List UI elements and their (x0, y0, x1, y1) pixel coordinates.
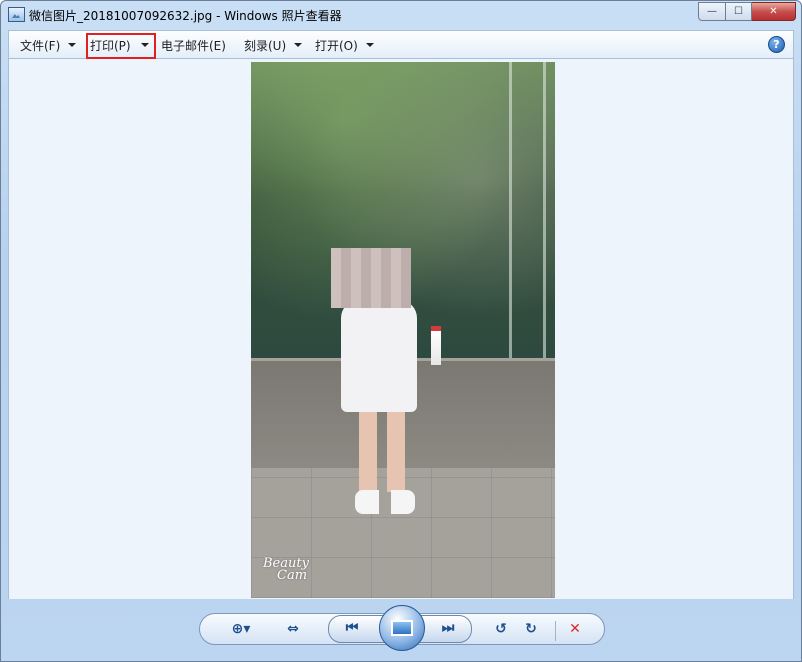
window-caption-buttons: — ☐ ✕ (698, 2, 796, 21)
chevron-down-icon (294, 43, 303, 47)
delete-icon: ✕ (569, 621, 581, 637)
menu-burn[interactable]: 刻录(U) (244, 36, 303, 54)
slideshow-icon (391, 620, 413, 636)
photo-person-shoes (355, 490, 415, 514)
delete-button[interactable]: ✕ (564, 620, 586, 638)
playback-toolbar: ⊕▾ ⇔ ↺ ↻ ✕ ⏮ ⏭ (8, 599, 794, 659)
actual-size-button[interactable]: ⇔ (282, 620, 304, 638)
toolbar-divider (555, 621, 556, 641)
minimize-button[interactable]: — (698, 2, 726, 21)
next-icon: ⏭ (441, 620, 455, 636)
menu-print-label: 打印(P) (90, 38, 131, 53)
watermark-line-2: Cam (277, 568, 308, 583)
photo-person-legs (359, 412, 405, 492)
fit-to-window-icon: ⇔ (287, 621, 299, 637)
image-viewport[interactable]: Beauty Cam (8, 59, 794, 599)
menu-open-label: 打开(O) (315, 38, 358, 53)
close-window-button[interactable]: ✕ (752, 2, 796, 21)
photo-person-shirt (341, 300, 417, 412)
rotate-clockwise-button[interactable]: ↻ (520, 620, 542, 638)
command-bar: 文件(F) 打印(P) 电子邮件(E) 刻录(U) 打开(O) ? (8, 30, 794, 59)
menu-print[interactable]: 打印(P) (90, 36, 149, 54)
previous-icon: ⏮ (345, 620, 359, 636)
chevron-down-icon (68, 43, 77, 47)
zoom-button[interactable]: ⊕▾ (224, 620, 258, 638)
minimize-icon: — (707, 6, 717, 17)
photo-glass-pillar (543, 62, 546, 358)
next-button[interactable]: ⏭ (437, 619, 459, 637)
photo-glass-pillar (509, 62, 512, 358)
menu-open[interactable]: 打开(O) (315, 36, 374, 54)
zoom-icon: ⊕▾ (231, 621, 251, 637)
menu-email[interactable]: 电子邮件(E) (161, 36, 226, 54)
chevron-down-icon (140, 43, 149, 47)
help-icon[interactable]: ? (768, 36, 785, 53)
menu-file[interactable]: 文件(F) (20, 36, 77, 54)
displayed-photo: Beauty Cam (251, 62, 555, 598)
menu-burn-label: 刻录(U) (244, 38, 287, 53)
photo-watermark: Beauty Cam (263, 557, 309, 583)
menu-file-label: 文件(F) (20, 38, 61, 53)
rotate-counterclockwise-button[interactable]: ↺ (490, 620, 512, 638)
maximize-icon: ☐ (734, 6, 743, 17)
previous-button[interactable]: ⏮ (341, 619, 363, 637)
photo-viewer-app-icon[interactable] (8, 7, 25, 22)
window-title: 微信图片_20181007092632.jpg - Windows 照片查看器 (29, 9, 342, 23)
photo-viewer-window: 微信图片_20181007092632.jpg - Windows 照片查看器 … (0, 0, 802, 662)
photo-pixelated-face (331, 248, 411, 308)
menu-email-label: 电子邮件(E) (161, 38, 226, 53)
photo-water-bottle (431, 326, 441, 365)
maximize-button[interactable]: ☐ (726, 2, 752, 21)
slideshow-button[interactable] (379, 605, 425, 651)
rotate-cw-icon: ↻ (525, 621, 537, 637)
close-icon: ✕ (769, 6, 778, 17)
title-bar[interactable]: 微信图片_20181007092632.jpg - Windows 照片查看器 … (1, 1, 801, 29)
rotate-ccw-icon: ↺ (495, 621, 507, 637)
chevron-down-icon (365, 43, 374, 47)
